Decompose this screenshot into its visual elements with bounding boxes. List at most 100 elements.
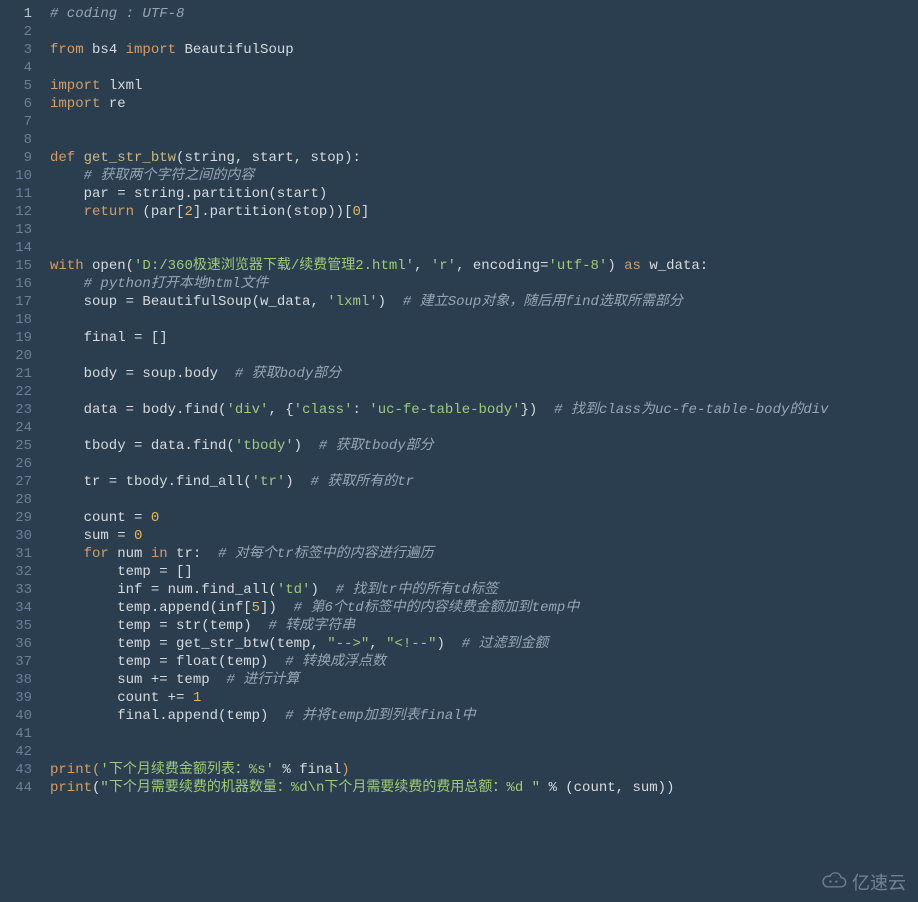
code-line[interactable]: [40, 491, 918, 509]
code-token: "-->": [327, 636, 369, 652]
code-line[interactable]: [40, 113, 918, 131]
code-token: 'r': [431, 258, 456, 274]
code-token: # 对每个tr标签中的内容进行遍历: [218, 546, 434, 562]
code-line[interactable]: [40, 347, 918, 365]
line-number: 30: [0, 527, 32, 545]
code-line[interactable]: [40, 743, 918, 761]
code-line[interactable]: final = []: [40, 329, 918, 347]
code-token: '下个月续费金额列表：%s': [100, 762, 274, 778]
code-token: ): [378, 294, 403, 310]
code-token: }): [521, 402, 555, 418]
code-token: # 建立Soup对象，随后用find选取所需部分: [403, 294, 683, 310]
line-number: 8: [0, 131, 32, 149]
code-token: # 转成字符串: [268, 618, 355, 634]
code-line[interactable]: sum += temp # 进行计算: [40, 671, 918, 689]
code-editor[interactable]: # coding : UTF-8 from bs4 import Beautif…: [40, 0, 918, 902]
line-number: 22: [0, 383, 32, 401]
code-token: temp = get_str_btw(temp,: [50, 636, 327, 652]
code-token: return: [84, 204, 134, 220]
code-line[interactable]: print('下个月续费金额列表：%s' % final): [40, 761, 918, 779]
code-line[interactable]: data = body.find('div', {'class': 'uc-fe…: [40, 401, 918, 419]
code-line[interactable]: # python打开本地html文件: [40, 275, 918, 293]
code-line[interactable]: [40, 59, 918, 77]
code-line[interactable]: [40, 131, 918, 149]
line-number: 4: [0, 59, 32, 77]
code-line[interactable]: # 获取两个字符之间的内容: [40, 167, 918, 185]
code-line[interactable]: soup = BeautifulSoup(w_data, 'lxml') # 建…: [40, 293, 918, 311]
code-token: # coding : UTF-8: [50, 6, 184, 22]
code-line[interactable]: temp = []: [40, 563, 918, 581]
code-token: as: [624, 258, 641, 274]
code-token: # 并将temp加到列表final中: [285, 708, 475, 724]
code-line[interactable]: inf = num.find_all('td') # 找到tr中的所有td标签: [40, 581, 918, 599]
code-line[interactable]: for num in tr: # 对每个tr标签中的内容进行遍历: [40, 545, 918, 563]
code-line[interactable]: temp = get_str_btw(temp, "-->", "<!--") …: [40, 635, 918, 653]
code-token: 'tbody': [235, 438, 294, 454]
line-number: 37: [0, 653, 32, 671]
code-line[interactable]: sum = 0: [40, 527, 918, 545]
line-number: 24: [0, 419, 32, 437]
code-line[interactable]: temp = str(temp) # 转成字符串: [40, 617, 918, 635]
code-line[interactable]: [40, 419, 918, 437]
code-token: ): [294, 438, 319, 454]
code-token: % final: [274, 762, 341, 778]
code-line[interactable]: [40, 311, 918, 329]
line-number: 44: [0, 779, 32, 797]
code-line[interactable]: count += 1: [40, 689, 918, 707]
line-number: 29: [0, 509, 32, 527]
code-token: temp = []: [50, 564, 193, 580]
code-line[interactable]: temp.append(inf[5]) # 第6个td标签中的内容续费金额加到t…: [40, 599, 918, 617]
code-token: 'utf-8': [549, 258, 608, 274]
code-token: temp = str(temp): [50, 618, 268, 634]
line-number: 1: [0, 5, 32, 23]
code-token: print: [50, 780, 92, 796]
code-token: 2: [184, 204, 192, 220]
code-line[interactable]: def get_str_btw(string, start, stop):: [40, 149, 918, 167]
code-token: count =: [50, 510, 151, 526]
code-token: ]): [260, 600, 294, 616]
code-line[interactable]: import lxml: [40, 77, 918, 95]
code-token: ): [607, 258, 624, 274]
code-line[interactable]: final.append(temp) # 并将temp加到列表final中: [40, 707, 918, 725]
line-number: 26: [0, 455, 32, 473]
code-token: 'uc-fe-table-body': [369, 402, 520, 418]
code-line[interactable]: [40, 239, 918, 257]
line-number: 36: [0, 635, 32, 653]
code-line[interactable]: par = string.partition(start): [40, 185, 918, 203]
code-token: ]: [361, 204, 369, 220]
code-line[interactable]: # coding : UTF-8: [40, 5, 918, 23]
code-line[interactable]: from bs4 import BeautifulSoup: [40, 41, 918, 59]
code-token: ): [437, 636, 462, 652]
code-line[interactable]: with open('D:/360极速浏览器下载/续费管理2.html', 'r…: [40, 257, 918, 275]
code-line[interactable]: tbody = data.find('tbody') # 获取tbody部分: [40, 437, 918, 455]
line-number: 15: [0, 257, 32, 275]
code-token: [75, 150, 83, 166]
code-token: 'lxml': [327, 294, 377, 310]
code-token: # 获取两个字符之间的内容: [84, 168, 255, 184]
code-token: sum += temp: [50, 672, 226, 688]
code-line[interactable]: print("下个月需要续费的机器数量：%d\n下个月需要续费的费用总额：%d …: [40, 779, 918, 797]
code-token: print: [50, 762, 92, 778]
code-line[interactable]: [40, 23, 918, 41]
watermark-text: 亿速云: [852, 874, 906, 892]
code-line[interactable]: body = soup.body # 获取body部分: [40, 365, 918, 383]
code-line[interactable]: [40, 383, 918, 401]
code-line[interactable]: temp = float(temp) # 转换成浮点数: [40, 653, 918, 671]
code-token: count +=: [50, 690, 193, 706]
code-token: "<!--": [386, 636, 436, 652]
code-line[interactable]: [40, 725, 918, 743]
line-number: 18: [0, 311, 32, 329]
code-line[interactable]: [40, 221, 918, 239]
code-token: tr = tbody.find_all(: [50, 474, 252, 490]
code-line[interactable]: tr = tbody.find_all('tr') # 获取所有的tr: [40, 473, 918, 491]
code-token: # 获取body部分: [235, 366, 341, 382]
code-token: [50, 204, 84, 220]
code-line[interactable]: import re: [40, 95, 918, 113]
code-token: import: [126, 42, 176, 58]
code-line[interactable]: [40, 455, 918, 473]
code-line[interactable]: count = 0: [40, 509, 918, 527]
code-token: w_data:: [641, 258, 708, 274]
code-token: 'div': [226, 402, 268, 418]
code-line[interactable]: return (par[2].partition(stop))[0]: [40, 203, 918, 221]
code-token: ,: [414, 258, 431, 274]
